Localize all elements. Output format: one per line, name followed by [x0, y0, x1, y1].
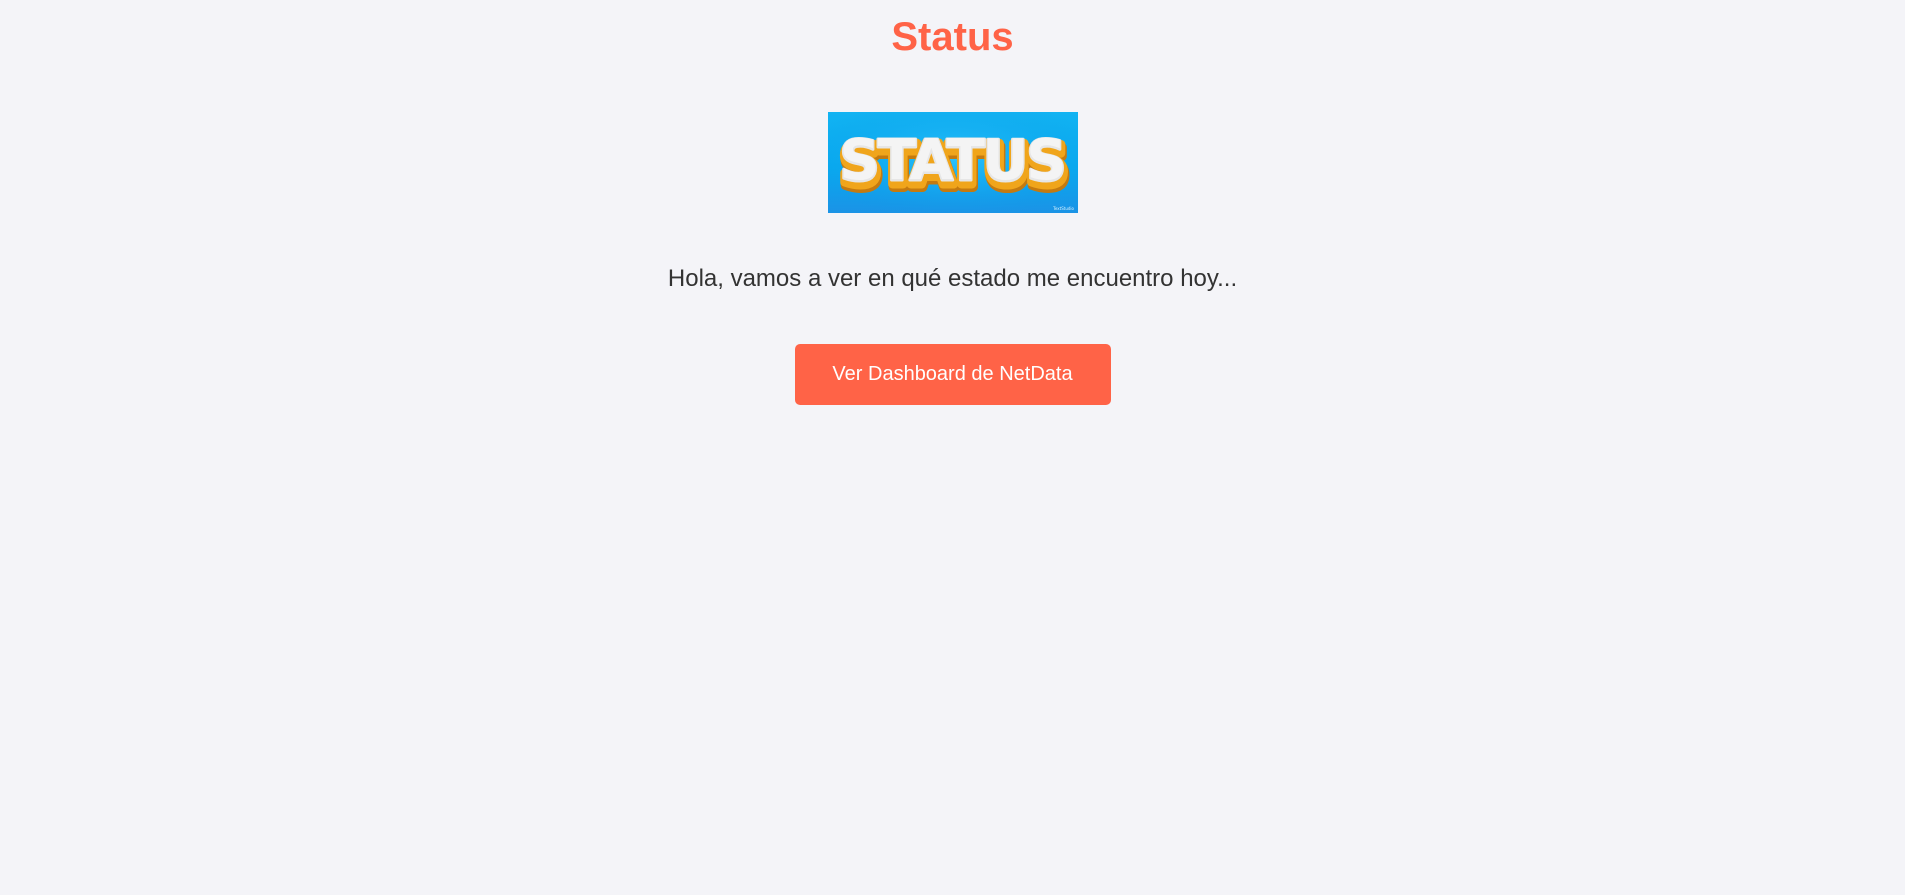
svg-text:STATUS: STATUS — [839, 128, 1064, 193]
status-logo-graphic: STATUS STATUS STATUS STATUS TextStudio — [827, 112, 1078, 213]
netdata-dashboard-button[interactable]: Ver Dashboard de NetData — [794, 344, 1111, 405]
svg-text:TextStudio: TextStudio — [1052, 206, 1074, 211]
status-banner-image: STATUS STATUS STATUS STATUS TextStudio — [827, 112, 1078, 213]
page-container: Status STATUS STATUS STATUS STATUS TextS… — [0, 0, 1905, 405]
page-title: Status — [891, 15, 1014, 59]
greeting-message: Hola, vamos a ver en qué estado me encue… — [667, 265, 1238, 292]
